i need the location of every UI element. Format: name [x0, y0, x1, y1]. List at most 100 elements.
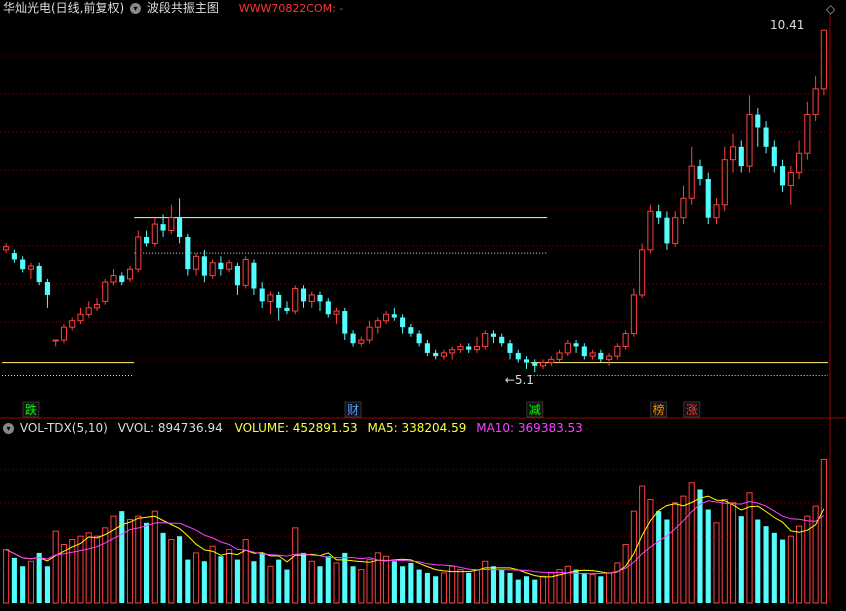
- candle-body: [539, 362, 547, 367]
- candle-body: [185, 236, 191, 270]
- volume-bar: [366, 559, 373, 604]
- volume-bar: [234, 559, 240, 603]
- candle-body: [308, 294, 315, 302]
- indicator-name[interactable]: 波段共振主图: [147, 1, 219, 15]
- volume-bar: [780, 539, 786, 603]
- volume-bar: [639, 485, 646, 604]
- volume-bar: [300, 552, 307, 603]
- candle-body: [564, 342, 571, 354]
- candle-body: [606, 355, 613, 360]
- candle-body: [820, 29, 827, 90]
- candle-body: [490, 333, 497, 337]
- volume-bar: [20, 566, 26, 603]
- volume-bar: [606, 572, 613, 604]
- signal-label: 减: [529, 403, 541, 417]
- volume-bar: [515, 579, 521, 603]
- chevron-down-icon[interactable]: ▾: [3, 423, 14, 434]
- volume-bar: [614, 562, 621, 604]
- candle-body: [507, 343, 513, 353]
- signal-label: 榜: [653, 402, 665, 417]
- volume-bar: [276, 559, 282, 603]
- candle-body: [119, 275, 125, 283]
- volume-bar: [664, 519, 670, 603]
- signal-label: 跌: [25, 402, 37, 417]
- max-price-label: 10.41: [770, 18, 805, 32]
- volume-bar: [36, 552, 42, 603]
- candle-body: [433, 352, 439, 357]
- candle-body: [259, 288, 265, 302]
- main-header: 华灿光电(日线,前复权) ▾ 波段共振主图 WWW70822COM: -: [3, 1, 345, 16]
- candle-body: [284, 307, 290, 312]
- candle-body: [581, 346, 587, 357]
- candle-body: [573, 343, 579, 347]
- volume-bar: [218, 556, 224, 603]
- vol-indicator-name[interactable]: VOL-TDX(5,10): [20, 421, 108, 435]
- candle-body: [267, 294, 274, 302]
- candle-body: [697, 166, 703, 180]
- candle-body: [44, 282, 50, 295]
- candle-body: [11, 253, 17, 260]
- candle-body: [93, 304, 101, 309]
- volume-bar: [3, 549, 10, 604]
- volume-label: VOLUME: 452891.53: [234, 421, 358, 435]
- volume-bar: [143, 522, 150, 603]
- candle-body: [532, 362, 538, 366]
- volume-bar: [358, 569, 365, 604]
- candle-body: [688, 165, 695, 199]
- candle-body: [374, 320, 381, 328]
- volume-bar: [589, 574, 596, 604]
- candle-body: [738, 146, 744, 167]
- candle-body: [787, 172, 794, 186]
- candle-body: [317, 294, 323, 302]
- candle-body: [60, 326, 68, 341]
- volume-bar: [284, 569, 290, 603]
- candle-body: [242, 259, 249, 286]
- stock-title[interactable]: 华灿光电(日线,前复权): [3, 1, 124, 15]
- candle-body: [780, 166, 786, 186]
- volume-bar: [548, 572, 555, 604]
- volume-bar: [226, 549, 233, 604]
- chart-svg[interactable]: ←5.1 跌 财 减 榜 涨: [0, 0, 846, 607]
- volume-bar: [77, 535, 84, 604]
- candle-body: [135, 236, 142, 270]
- volume-bar: [383, 555, 390, 604]
- candle-body: [523, 359, 530, 363]
- candle-body: [664, 217, 670, 244]
- candle-body: [614, 345, 621, 357]
- volume-bar: [622, 544, 629, 604]
- volume-bar: [499, 569, 505, 603]
- volume-bar: [532, 579, 538, 603]
- candle-body: [812, 88, 819, 116]
- candle-body: [234, 265, 240, 286]
- candle-body: [350, 333, 356, 344]
- volume-bar: [151, 510, 158, 604]
- volume-bar: [729, 502, 737, 604]
- candle-body: [325, 301, 331, 315]
- volume-bar: [317, 566, 323, 603]
- chevron-down-icon[interactable]: ▾: [130, 3, 142, 14]
- volume-bar: [350, 566, 356, 603]
- candle-body: [705, 179, 711, 218]
- candle-body: [292, 288, 299, 312]
- candle-body: [408, 327, 414, 334]
- candle-body: [804, 114, 811, 154]
- volume-bar: [242, 539, 249, 604]
- candle-body: [177, 217, 183, 237]
- diamond-icon[interactable]: ◇: [826, 2, 835, 16]
- candle-body: [52, 339, 59, 342]
- candle-body: [300, 288, 307, 302]
- volume-bar: [680, 495, 687, 604]
- candle-body: [630, 294, 637, 335]
- volume-bar: [11, 557, 17, 603]
- volume-bar: [688, 482, 695, 604]
- volume-bar: [85, 532, 92, 604]
- candle-body: [77, 313, 84, 322]
- candle-body: [143, 236, 150, 244]
- volume-bar: [523, 576, 530, 603]
- chart-stage[interactable]: ←5.1 跌 财 减 榜 涨 华灿光电(日线,前复权) ▾ 波段共振主图 WWW70822…: [0, 0, 846, 607]
- volume-bar: [160, 532, 166, 603]
- volume-bar: [755, 519, 761, 603]
- volume-bar: [473, 569, 481, 604]
- candle-body: [69, 320, 76, 328]
- candle-body: [440, 352, 447, 357]
